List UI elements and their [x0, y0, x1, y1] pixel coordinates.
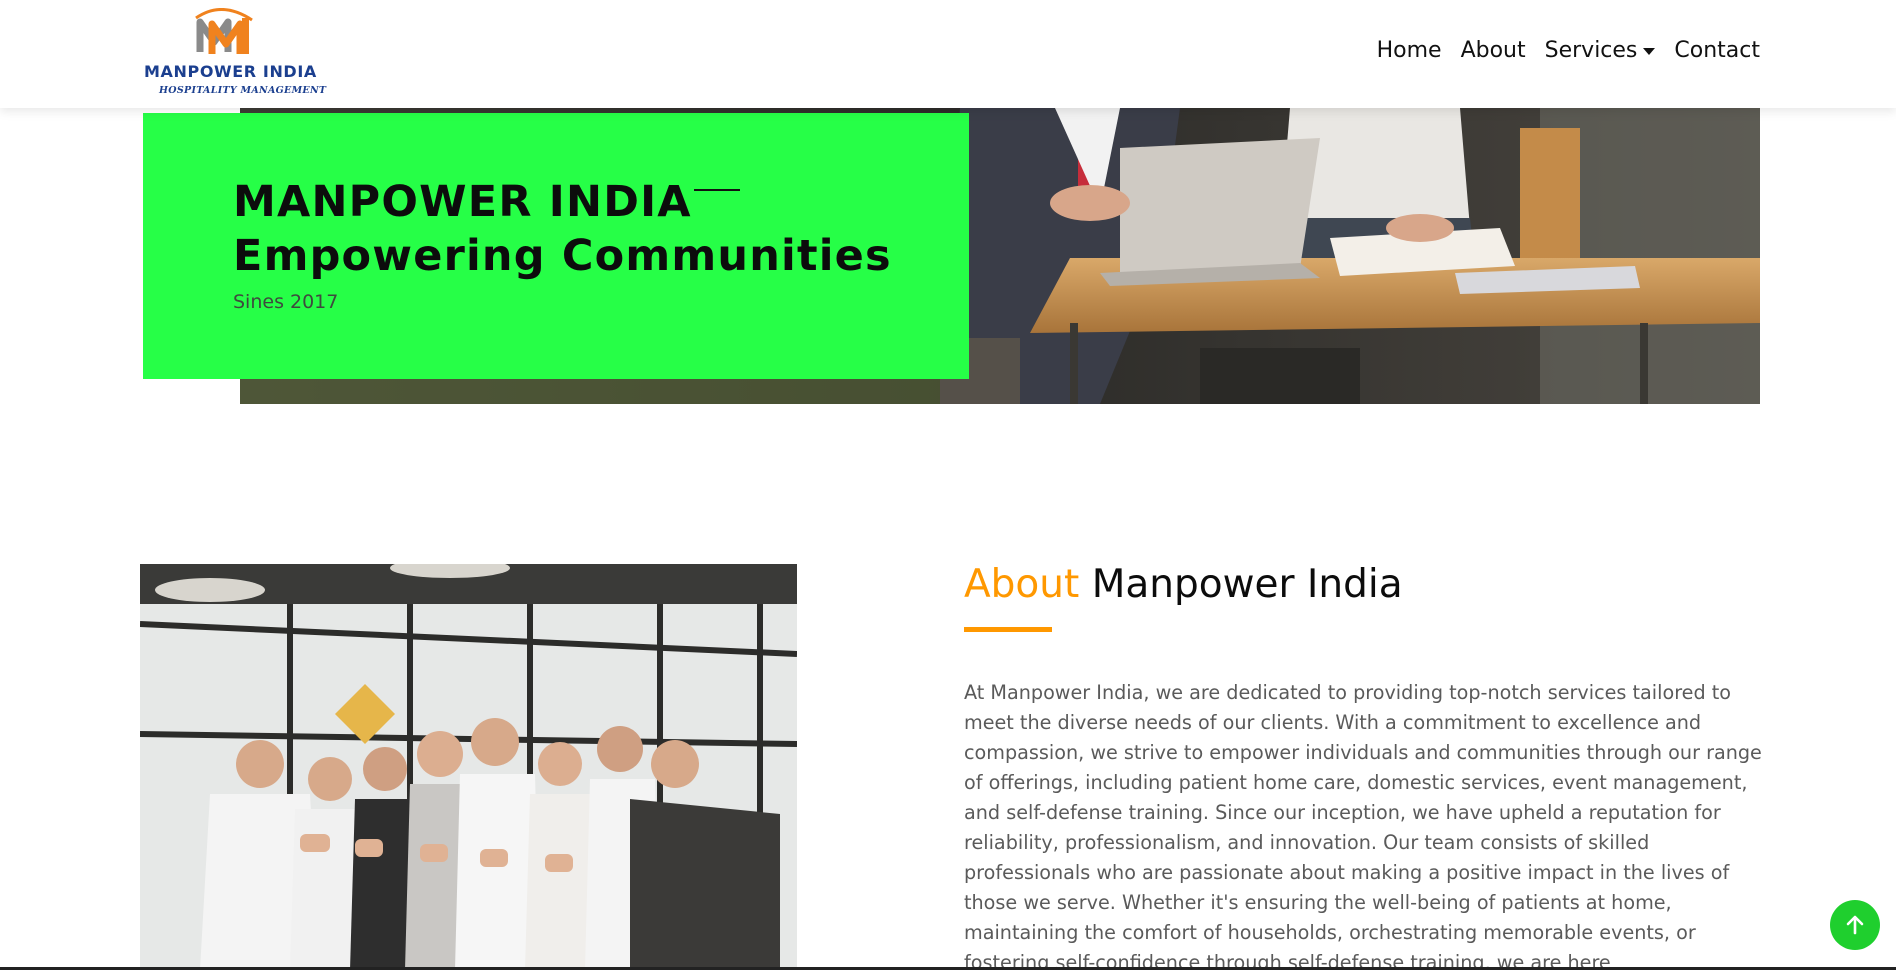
- arrow-up-icon: [1846, 915, 1864, 935]
- nav-contact-link[interactable]: Contact: [1674, 38, 1760, 63]
- scroll-to-top-button[interactable]: [1830, 900, 1880, 950]
- caret-down-icon: [1643, 48, 1656, 55]
- brand-tagline: HOSPITALITY MANAGEMENT: [159, 85, 327, 96]
- hero-title-line1: MANPOWER INDIA: [233, 177, 692, 227]
- nav-home-link[interactable]: Home: [1377, 38, 1442, 63]
- team-thumbs-up-photo: [140, 564, 797, 970]
- nav-services-dropdown[interactable]: Services: [1545, 38, 1656, 63]
- hero-card: MANPOWER INDIA Empowering Communities Si…: [143, 113, 969, 379]
- brand-name: MANPOWER INDIA: [144, 62, 317, 81]
- nav-about-link[interactable]: About: [1461, 38, 1526, 63]
- manpower-logo-icon: [195, 8, 253, 54]
- brand-logo[interactable]: MANPOWER INDIA HOSPITALITY MANAGEMENT: [140, 8, 327, 100]
- hero-title: MANPOWER INDIA Empowering Communities: [233, 175, 892, 283]
- navbar: MANPOWER INDIA HOSPITALITY MANAGEMENT Ho…: [0, 0, 1896, 108]
- nav-services-label: Services: [1544, 38, 1638, 63]
- about-heading-accent: About: [964, 562, 1080, 607]
- about-heading-rest: Manpower India: [1091, 562, 1403, 607]
- hero-title-line2: Empowering Communities: [233, 231, 892, 281]
- title-dash-decoration: [693, 189, 740, 191]
- heading-underline: [964, 627, 1052, 632]
- main-nav: Home About Services Contact: [1377, 38, 1760, 63]
- about-heading: About Manpower India: [964, 562, 1403, 607]
- about-paragraph: At Manpower India, we are dedicated to p…: [964, 681, 1762, 970]
- hero-subtitle: Sines 2017: [233, 291, 339, 313]
- team-photo-illustration: [140, 564, 797, 970]
